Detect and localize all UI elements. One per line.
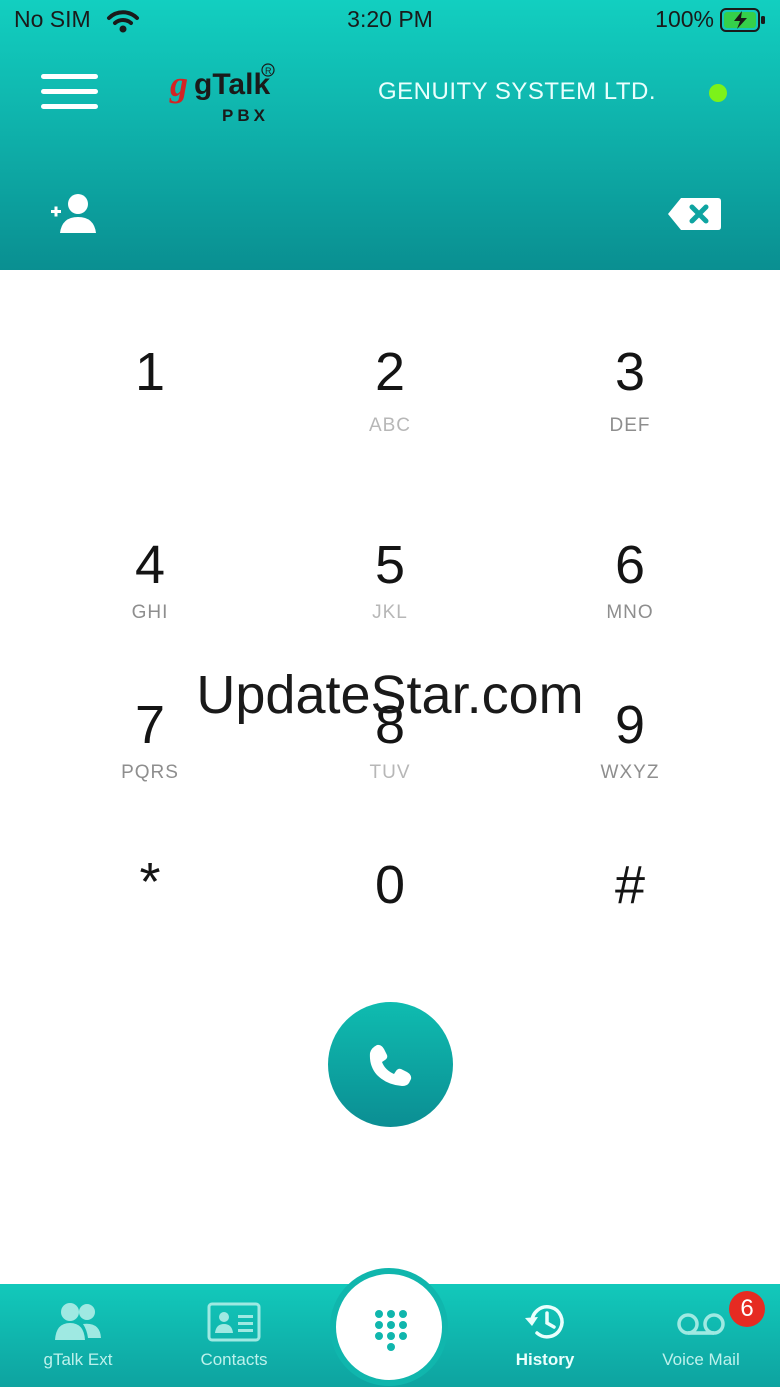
svg-text:g: g	[169, 64, 188, 104]
key-2[interactable]: 2 ABC	[270, 345, 510, 495]
key-star[interactable]: *	[30, 855, 270, 1005]
key-9[interactable]: 9 WXYZ	[510, 698, 750, 848]
key-3[interactable]: 3 DEF	[510, 345, 750, 495]
key-5[interactable]: 5 JKL	[270, 538, 510, 688]
contact-card-icon	[207, 1302, 261, 1342]
menu-button[interactable]	[41, 74, 99, 110]
tab-history[interactable]: History	[470, 1284, 620, 1387]
tab-gtalk-ext[interactable]: gTalk Ext	[3, 1284, 153, 1387]
company-name: GENUITY SYSTEM LTD.	[378, 78, 656, 105]
key-hash[interactable]: #	[510, 858, 750, 1008]
battery-icon	[720, 8, 765, 32]
key-6[interactable]: 6 MNO	[510, 538, 750, 688]
voicemail-icon	[677, 1313, 725, 1335]
key-4[interactable]: 4 GHI	[30, 538, 270, 688]
key-7[interactable]: 7 PQRS	[30, 698, 270, 848]
tab-contacts[interactable]: Contacts	[159, 1284, 309, 1387]
battery-percent: 100%	[655, 6, 714, 32]
call-button[interactable]	[328, 1002, 453, 1127]
dialpad-icon	[375, 1310, 407, 1351]
users-icon	[55, 1303, 101, 1340]
add-contact-icon[interactable]	[50, 193, 98, 235]
key-0[interactable]: 0	[270, 858, 510, 1008]
svg-text:PBX: PBX	[222, 106, 269, 125]
header-bar: No SIM 3:20 PM 100% g gTalk PBX R GENUIT…	[0, 0, 780, 270]
svg-text:R: R	[265, 66, 272, 76]
gtalk-logo: g gTalk PBX R	[169, 63, 275, 125]
key-1[interactable]: 1	[30, 345, 270, 495]
key-8[interactable]: 8 TUV	[270, 698, 510, 848]
dialpad-tab-button[interactable]	[330, 1268, 448, 1386]
svg-text:gTalk: gTalk	[194, 68, 270, 101]
backspace-icon[interactable]	[667, 197, 722, 231]
history-icon	[525, 1305, 564, 1339]
voicemail-count-badge: 6	[729, 1291, 765, 1327]
online-status-dot	[709, 84, 727, 102]
phone-icon	[369, 1044, 412, 1086]
